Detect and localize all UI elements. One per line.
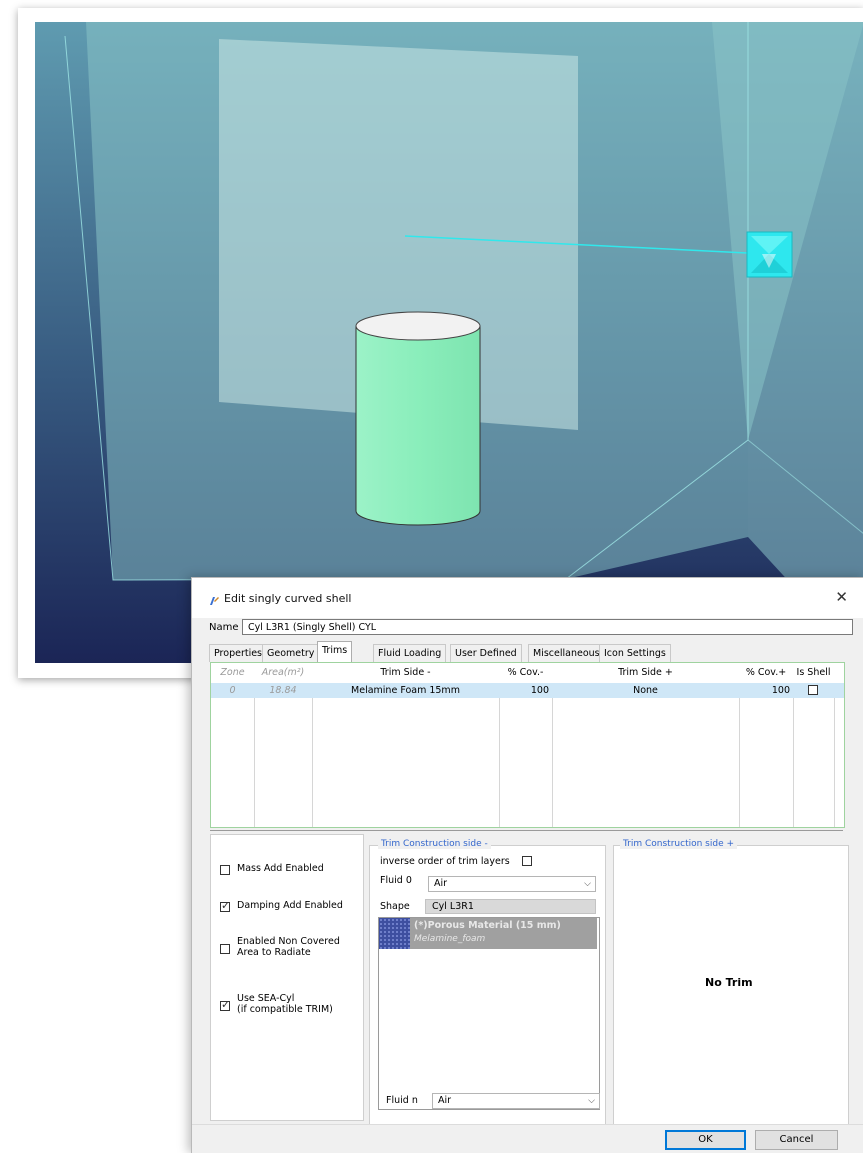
trim-construction-plus: Trim Construction side + No Trim [613,839,849,1125]
tab-icon-settings[interactable]: Icon Settings [599,644,671,662]
chevron-down-icon: ⌵ [584,879,591,889]
non-covered-label-2: Area to Radiate [237,947,311,958]
header-cov-minus[interactable]: % Cov.- [499,663,552,683]
shape-value: Cyl L3R1 [425,899,596,914]
dialog-footer: OK Cancel [192,1124,863,1153]
cancel-button[interactable]: Cancel [755,1130,838,1150]
tab-properties[interactable]: Properties [209,644,268,662]
layer-material: Melamine_foam [414,934,486,944]
damping-add-option[interactable]: Damping Add Enabled [220,899,343,912]
trim-layer-list[interactable]: (*)Porous Material (15 mm) Melamine_foam [378,917,600,1110]
sea-cyl-checkbox[interactable] [220,998,230,1011]
cell-cov-minus[interactable]: 100 [499,683,549,698]
fluidn-select[interactable]: Air ⌵ [432,1093,600,1109]
tab-geometry[interactable]: Geometry [262,644,320,662]
header-is-shell[interactable]: Is Shell [793,663,834,683]
header-trim-side-minus[interactable]: Trim Side - [312,663,499,683]
name-input[interactable]: Cyl L3R1 (Singly Shell) CYL [242,619,853,635]
is-shell-checkbox[interactable] [808,685,818,695]
porous-material-icon [379,918,410,949]
fluid0-select[interactable]: Air ⌵ [428,876,596,892]
close-icon[interactable]: ✕ [835,588,848,606]
damping-add-checkbox[interactable] [220,899,230,912]
fluid0-label: Fluid 0 [380,875,412,886]
mass-add-checkbox[interactable] [220,865,230,875]
table-row[interactable]: 0 18.84 Melamine Foam 15mm 100 None 100 [211,683,844,698]
trim-plus-title: Trim Construction side + [620,839,738,849]
mass-add-option[interactable]: Mass Add Enabled [220,863,324,875]
tab-trims[interactable]: Trims [317,641,353,662]
header-cov-plus[interactable]: % Cov.+ [739,663,793,683]
no-trim-text: No Trim [705,976,753,989]
title-bar: Edit singly curved shell ✕ [192,578,863,618]
sea-cyl-label-1: Use SEA-Cyl [237,993,295,1004]
non-covered-checkbox[interactable] [220,944,230,954]
layer-name: (*)Porous Material (15 mm) [414,920,561,931]
tab-fluid-loading[interactable]: Fluid Loading [373,644,447,662]
header-zone[interactable]: Zone [211,663,254,683]
tab-miscellaneous[interactable]: Miscellaneous [528,644,605,662]
cylinder-shell[interactable] [355,311,481,526]
cell-trim-side-minus[interactable]: Melamine Foam 15mm [312,683,499,698]
edit-shell-dialog: Edit singly curved shell ✕ Name Cyl L3R1… [191,577,863,1153]
fluidn-label: Fluid n [386,1095,418,1106]
3d-viewport[interactable] [35,22,863,663]
trim-minus-title: Trim Construction side - [378,839,491,849]
header-trim-side-plus[interactable]: Trim Side + [552,663,739,683]
dialog-title: Edit singly curved shell [224,592,352,605]
sea-cyl-option[interactable]: Use SEA-Cyl (if compatible TRIM) [220,993,333,1015]
inverse-order-checkbox[interactable] [522,856,532,866]
scene-svg [35,22,863,663]
table-header: Zone Area(m²) Trim Side - % Cov.- Trim S… [211,663,844,684]
fluidn-value: Air [438,1095,452,1106]
trim-layer-item[interactable]: (*)Porous Material (15 mm) Melamine_foam [379,918,597,949]
non-covered-label-1: Enabled Non Covered [237,936,340,947]
cell-zone: 0 [229,685,236,696]
options-panel: Mass Add Enabled Damping Add Enabled Ena… [210,834,364,1121]
name-label: Name [209,622,239,633]
tab-user-defined[interactable]: User Defined [450,644,522,662]
ok-button[interactable]: OK [665,1130,746,1150]
non-covered-option[interactable]: Enabled Non Covered Area to Radiate [220,936,340,958]
source-cube[interactable] [746,231,793,278]
cell-cov-plus[interactable]: 100 [739,683,790,698]
cell-trim-side-plus[interactable]: None [552,683,739,698]
cell-area: 18.84 [269,685,297,696]
header-area[interactable]: Area(m²) [254,663,312,683]
inverse-order-label: inverse order of trim layers [380,856,510,867]
app-icon [210,597,219,605]
trim-construction-minus: Trim Construction side - inverse order o… [369,839,606,1125]
sea-cyl-label-2: (if compatible TRIM) [237,1004,333,1015]
shape-label: Shape [380,901,410,912]
mass-add-label: Mass Add Enabled [237,863,324,874]
section-divider [210,830,843,831]
fluid0-value: Air [434,878,448,889]
trims-table: Zone Area(m²) Trim Side - % Cov.- Trim S… [210,662,845,828]
chevron-down-icon: ⌵ [588,1096,595,1106]
damping-add-label: Damping Add Enabled [237,900,343,911]
